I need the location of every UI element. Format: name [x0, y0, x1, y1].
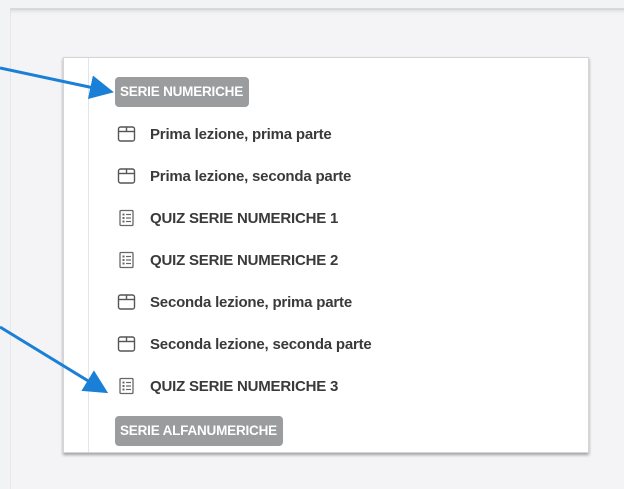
annotation-arrows: [0, 66, 114, 394]
arrow-to-quiz-3: [0, 325, 109, 394]
arrow-to-serie-numeriche: [0, 66, 114, 99]
